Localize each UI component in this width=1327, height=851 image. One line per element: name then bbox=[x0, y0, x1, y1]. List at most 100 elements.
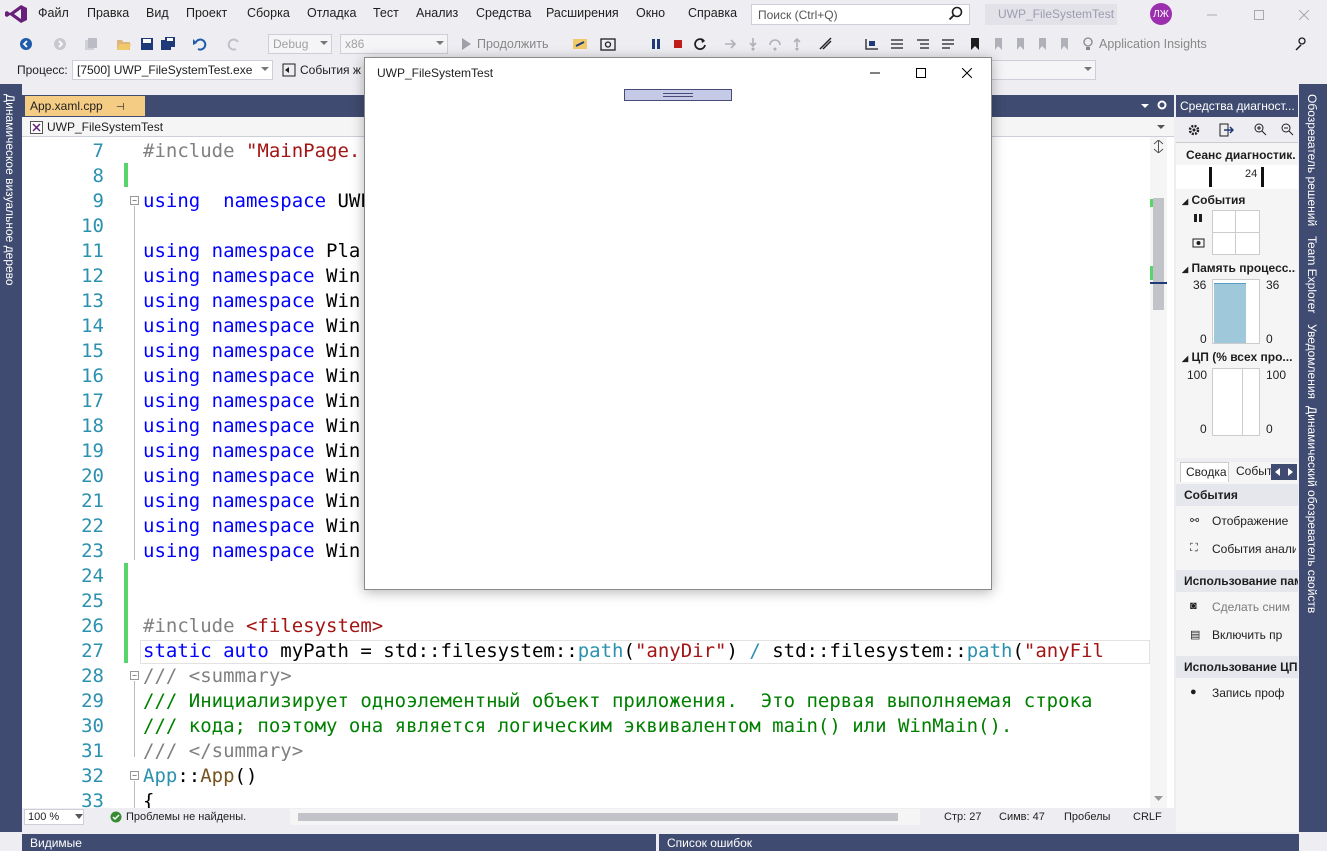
open-folder-icon[interactable] bbox=[116, 36, 132, 52]
code-line[interactable]: using namespace Win bbox=[143, 464, 360, 489]
save-all-icon[interactable] bbox=[160, 36, 176, 52]
summary-action-link[interactable]: Отображение bbox=[1212, 514, 1296, 528]
continue-button[interactable]: Продолжить bbox=[477, 37, 548, 51]
pause-icon[interactable] bbox=[648, 36, 664, 52]
code-line[interactable]: /// </summary> bbox=[143, 739, 303, 764]
uncomment-icon[interactable] bbox=[940, 36, 956, 52]
undo-icon[interactable] bbox=[192, 36, 208, 52]
memory-graph[interactable] bbox=[1212, 279, 1260, 344]
scroll-down-icon[interactable] bbox=[1153, 794, 1164, 804]
close-button[interactable] bbox=[1281, 0, 1327, 29]
settings-gear-icon[interactable] bbox=[1156, 99, 1168, 111]
summary-action-link[interactable]: Запись проф bbox=[1212, 686, 1296, 700]
stack-frame-dropdown[interactable] bbox=[990, 60, 1096, 80]
summary-action-link[interactable]: События анализ bbox=[1212, 542, 1296, 556]
step-over-icon[interactable] bbox=[767, 36, 783, 52]
code-line[interactable]: /// Инициализирует одноэлементный объект… bbox=[143, 689, 1092, 714]
next-bookmark-icon[interactable] bbox=[1012, 36, 1028, 52]
solution-explorer-tab[interactable]: Обозреватель решений bbox=[1305, 94, 1319, 226]
menu-item[interactable]: Вид bbox=[146, 6, 169, 20]
step-out-icon[interactable] bbox=[789, 36, 805, 52]
show-next-statement-icon[interactable] bbox=[723, 36, 739, 52]
app-close-button[interactable] bbox=[944, 58, 990, 87]
cpu-section-label[interactable]: ◢ ЦП (% всех про... bbox=[1182, 350, 1296, 364]
memory-section-label[interactable]: ◢ Память процесс... bbox=[1182, 261, 1296, 275]
code-line[interactable]: #include <filesystem> bbox=[143, 614, 383, 639]
line-indicator[interactable]: Стр: 27 bbox=[944, 811, 981, 823]
menu-item[interactable]: Средства bbox=[476, 6, 531, 20]
events-section-label[interactable]: ◢ События bbox=[1182, 193, 1245, 207]
back-icon[interactable] bbox=[18, 36, 34, 52]
horizontal-scroll-thumb[interactable] bbox=[298, 813, 898, 821]
zoom-dropdown-arrow-icon[interactable] bbox=[75, 814, 83, 820]
code-line[interactable]: static auto myPath = std::filesystem::pa… bbox=[143, 639, 1104, 664]
step-into-icon[interactable] bbox=[745, 36, 761, 52]
line-ending-indicator[interactable]: CRLF bbox=[1133, 811, 1162, 823]
tab-list-dropdown-icon[interactable] bbox=[1140, 101, 1150, 111]
live-visual-tree-tab[interactable]: Динамическое визуальное дерево bbox=[3, 94, 17, 286]
menu-item[interactable]: Проект bbox=[186, 6, 227, 20]
menu-item[interactable]: Окно bbox=[636, 6, 665, 20]
team-explorer-tab[interactable]: Team Explorer bbox=[1305, 236, 1319, 313]
cpu-graph[interactable] bbox=[1212, 368, 1260, 436]
summary-action-link[interactable]: Включить пр bbox=[1212, 628, 1296, 642]
clear-bookmarks-icon[interactable] bbox=[1056, 36, 1072, 52]
code-line[interactable]: #include "MainPage. bbox=[143, 139, 360, 164]
stack-frame-icon[interactable] bbox=[889, 36, 905, 52]
vertical-scroll-thumb[interactable] bbox=[1153, 198, 1164, 310]
code-line[interactable]: using namespace Win bbox=[143, 489, 360, 514]
issues-status[interactable]: Проблемы не найдены. bbox=[126, 811, 246, 823]
summary-tab[interactable]: Сводка bbox=[1180, 462, 1229, 482]
fold-toggle-icon[interactable]: − bbox=[130, 771, 139, 780]
live-share-icon[interactable] bbox=[1293, 36, 1309, 52]
code-line[interactable]: /// <summary> bbox=[143, 664, 292, 689]
app-maximize-button[interactable] bbox=[898, 58, 944, 87]
code-line[interactable]: using namespace Win bbox=[143, 539, 360, 564]
hot-reload-icon[interactable] bbox=[818, 36, 834, 52]
scope-dropdown-arrow-icon[interactable] bbox=[1156, 123, 1166, 131]
new-project-icon[interactable] bbox=[83, 36, 99, 52]
code-line[interactable]: using namespace Win bbox=[143, 439, 360, 464]
gear-icon[interactable] bbox=[1186, 122, 1202, 138]
code-line[interactable]: using namespace Win bbox=[143, 289, 360, 314]
save-icon[interactable] bbox=[139, 36, 155, 52]
screenshot-event-icon[interactable] bbox=[1192, 236, 1206, 250]
column-indicator[interactable]: Симв: 47 bbox=[999, 811, 1045, 823]
menu-item[interactable]: Файл bbox=[38, 6, 69, 20]
code-line[interactable]: using namespace UWP bbox=[143, 189, 372, 214]
visual-studio-logo-icon[interactable] bbox=[4, 4, 28, 24]
app-minimize-button[interactable] bbox=[852, 58, 898, 87]
search-input[interactable]: Поиск (Ctrl+Q) bbox=[751, 4, 970, 25]
avatar[interactable]: ЛЖ bbox=[1150, 3, 1172, 25]
application-insights-button[interactable]: Application Insights bbox=[1099, 37, 1207, 51]
application-insights-icon[interactable] bbox=[1080, 36, 1096, 52]
running-app-window[interactable] bbox=[364, 57, 992, 590]
code-line[interactable]: /// кода; поэтому она является логически… bbox=[143, 714, 1012, 739]
continue-icon[interactable] bbox=[458, 36, 474, 52]
maximize-button[interactable] bbox=[1236, 0, 1282, 29]
zoom-in-icon[interactable] bbox=[1253, 122, 1267, 136]
pin-icon[interactable]: ⊣ bbox=[116, 102, 125, 113]
thread-icon[interactable] bbox=[864, 36, 880, 52]
redo-icon[interactable] bbox=[226, 36, 242, 52]
platform-dropdown[interactable]: x86 bbox=[340, 34, 448, 54]
process-dropdown[interactable]: [7500] UWP_FileSystemTest.exe bbox=[72, 60, 273, 80]
code-line[interactable]: using namespace Win bbox=[143, 364, 360, 389]
restart-icon[interactable] bbox=[692, 36, 708, 52]
prev-bookmark-icon[interactable] bbox=[990, 36, 1006, 52]
menu-item[interactable]: Правка bbox=[87, 6, 129, 20]
zoom-out-icon[interactable] bbox=[1280, 122, 1294, 136]
lifecycle-events-icon[interactable] bbox=[282, 63, 296, 77]
comment-out-icon[interactable] bbox=[915, 36, 931, 52]
screenshot-icon[interactable] bbox=[600, 36, 616, 52]
fold-toggle-icon[interactable]: − bbox=[130, 196, 139, 205]
search-icon[interactable] bbox=[946, 5, 966, 23]
session-timeline[interactable] bbox=[1176, 165, 1298, 189]
in-app-toolbar[interactable] bbox=[624, 89, 732, 101]
export-icon[interactable] bbox=[1218, 122, 1234, 138]
whitespace-indicator[interactable]: Пробелы bbox=[1064, 811, 1110, 823]
code-line[interactable]: using namespace Pla bbox=[143, 239, 360, 264]
minimize-button[interactable] bbox=[1189, 0, 1235, 29]
browser-link-icon[interactable] bbox=[572, 36, 588, 52]
live-property-explorer-tab[interactable]: Динамический обозреватель свойств bbox=[1305, 406, 1319, 613]
